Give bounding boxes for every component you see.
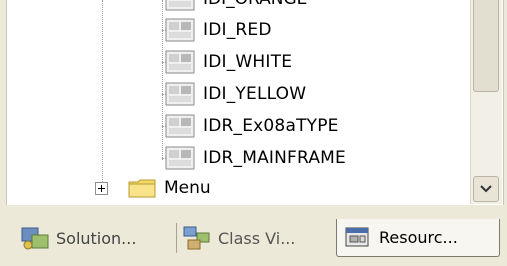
scrollbar-thumb[interactable] bbox=[473, 0, 499, 92]
expand-toggle[interactable] bbox=[95, 181, 108, 195]
tree-item-idr-ex08atype[interactable]: IDR_Ex08aTYPE bbox=[165, 111, 339, 141]
scroll-down-button[interactable] bbox=[473, 176, 499, 202]
tab-solution-explorer[interactable]: Solution... bbox=[20, 219, 170, 257]
icon-resource-icon bbox=[165, 146, 195, 170]
resource-view-window: IDI_ORANGE IDI_RED IDI_WHITE bbox=[0, 0, 507, 266]
tree-item[interactable]: IDI_ORANGE bbox=[165, 0, 307, 14]
panel-tab-bar: Solution... Class Vi... Resourc... bbox=[0, 205, 507, 266]
arrow-down-icon bbox=[480, 185, 492, 193]
tree-item-idi-red[interactable]: IDI_RED bbox=[165, 15, 272, 45]
resource-tree[interactable]: IDI_ORANGE IDI_RED IDI_WHITE bbox=[6, 0, 504, 206]
icon-resource-icon bbox=[165, 18, 195, 42]
tab-resource-view[interactable]: Resourc... bbox=[336, 219, 500, 257]
tab-label: Resourc... bbox=[379, 228, 458, 247]
class-view-icon bbox=[183, 226, 210, 250]
tab-divider bbox=[176, 223, 177, 253]
tree-connector-line bbox=[162, 0, 163, 160]
tree-item-idi-yellow[interactable]: IDI_YELLOW bbox=[165, 79, 306, 109]
solution-explorer-icon bbox=[21, 227, 49, 250]
resource-view-icon bbox=[345, 227, 369, 246]
tree-connector-line bbox=[102, 0, 103, 186]
tree-node-label: Menu bbox=[164, 178, 211, 198]
tab-class-view[interactable]: Class Vi... bbox=[182, 219, 332, 257]
folder-icon bbox=[128, 179, 156, 198]
tree-item-label: IDR_MAINFRAME bbox=[203, 148, 346, 168]
tree-item-label: IDR_Ex08aTYPE bbox=[203, 116, 339, 136]
tab-label: Class Vi... bbox=[218, 228, 296, 248]
tree-item-idr-mainframe[interactable]: IDR_MAINFRAME bbox=[165, 143, 346, 173]
tree-node-menu[interactable]: Menu bbox=[95, 174, 211, 202]
tab-label: Solution... bbox=[56, 228, 137, 248]
icon-resource-icon bbox=[165, 0, 195, 11]
icon-resource-icon bbox=[165, 114, 195, 138]
tree-item-label: IDI_RED bbox=[203, 20, 272, 40]
tree-item-label: IDI_ORANGE bbox=[203, 0, 307, 9]
tree-item-idi-white[interactable]: IDI_WHITE bbox=[165, 47, 292, 77]
icon-resource-icon bbox=[165, 82, 195, 106]
vertical-scrollbar[interactable] bbox=[470, 0, 502, 204]
icon-resource-icon bbox=[165, 50, 195, 74]
tree-item-label: IDI_YELLOW bbox=[203, 84, 307, 104]
tree-item-label: IDI_WHITE bbox=[203, 52, 293, 72]
